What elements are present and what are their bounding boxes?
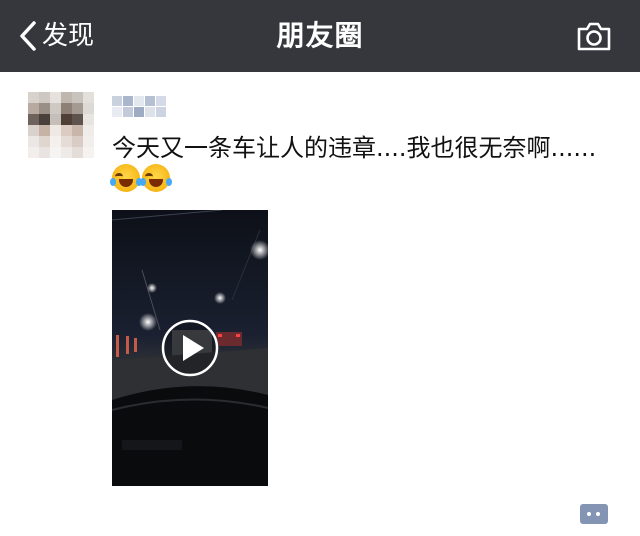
video-thumbnail[interactable] [112, 210, 268, 486]
top-navbar: 发现 朋友圈 [0, 0, 640, 72]
page-title: 朋友圈 [276, 19, 364, 52]
emoji-row [110, 164, 172, 196]
crying-laughing-emoji [110, 164, 142, 192]
crying-laughing-emoji [140, 164, 172, 192]
username-blurred[interactable] [112, 96, 166, 117]
comment-dots-icon[interactable] [580, 504, 608, 524]
camera-icon [577, 22, 611, 51]
post-text: 今天又一条车让人的违章....我也很无奈啊...... [112, 134, 597, 162]
play-icon[interactable] [160, 318, 220, 378]
avatar[interactable] [28, 92, 94, 158]
camera-button[interactable] [576, 20, 612, 52]
moment-post: 今天又一条车让人的违章....我也很无奈啊...... [0, 72, 640, 536]
